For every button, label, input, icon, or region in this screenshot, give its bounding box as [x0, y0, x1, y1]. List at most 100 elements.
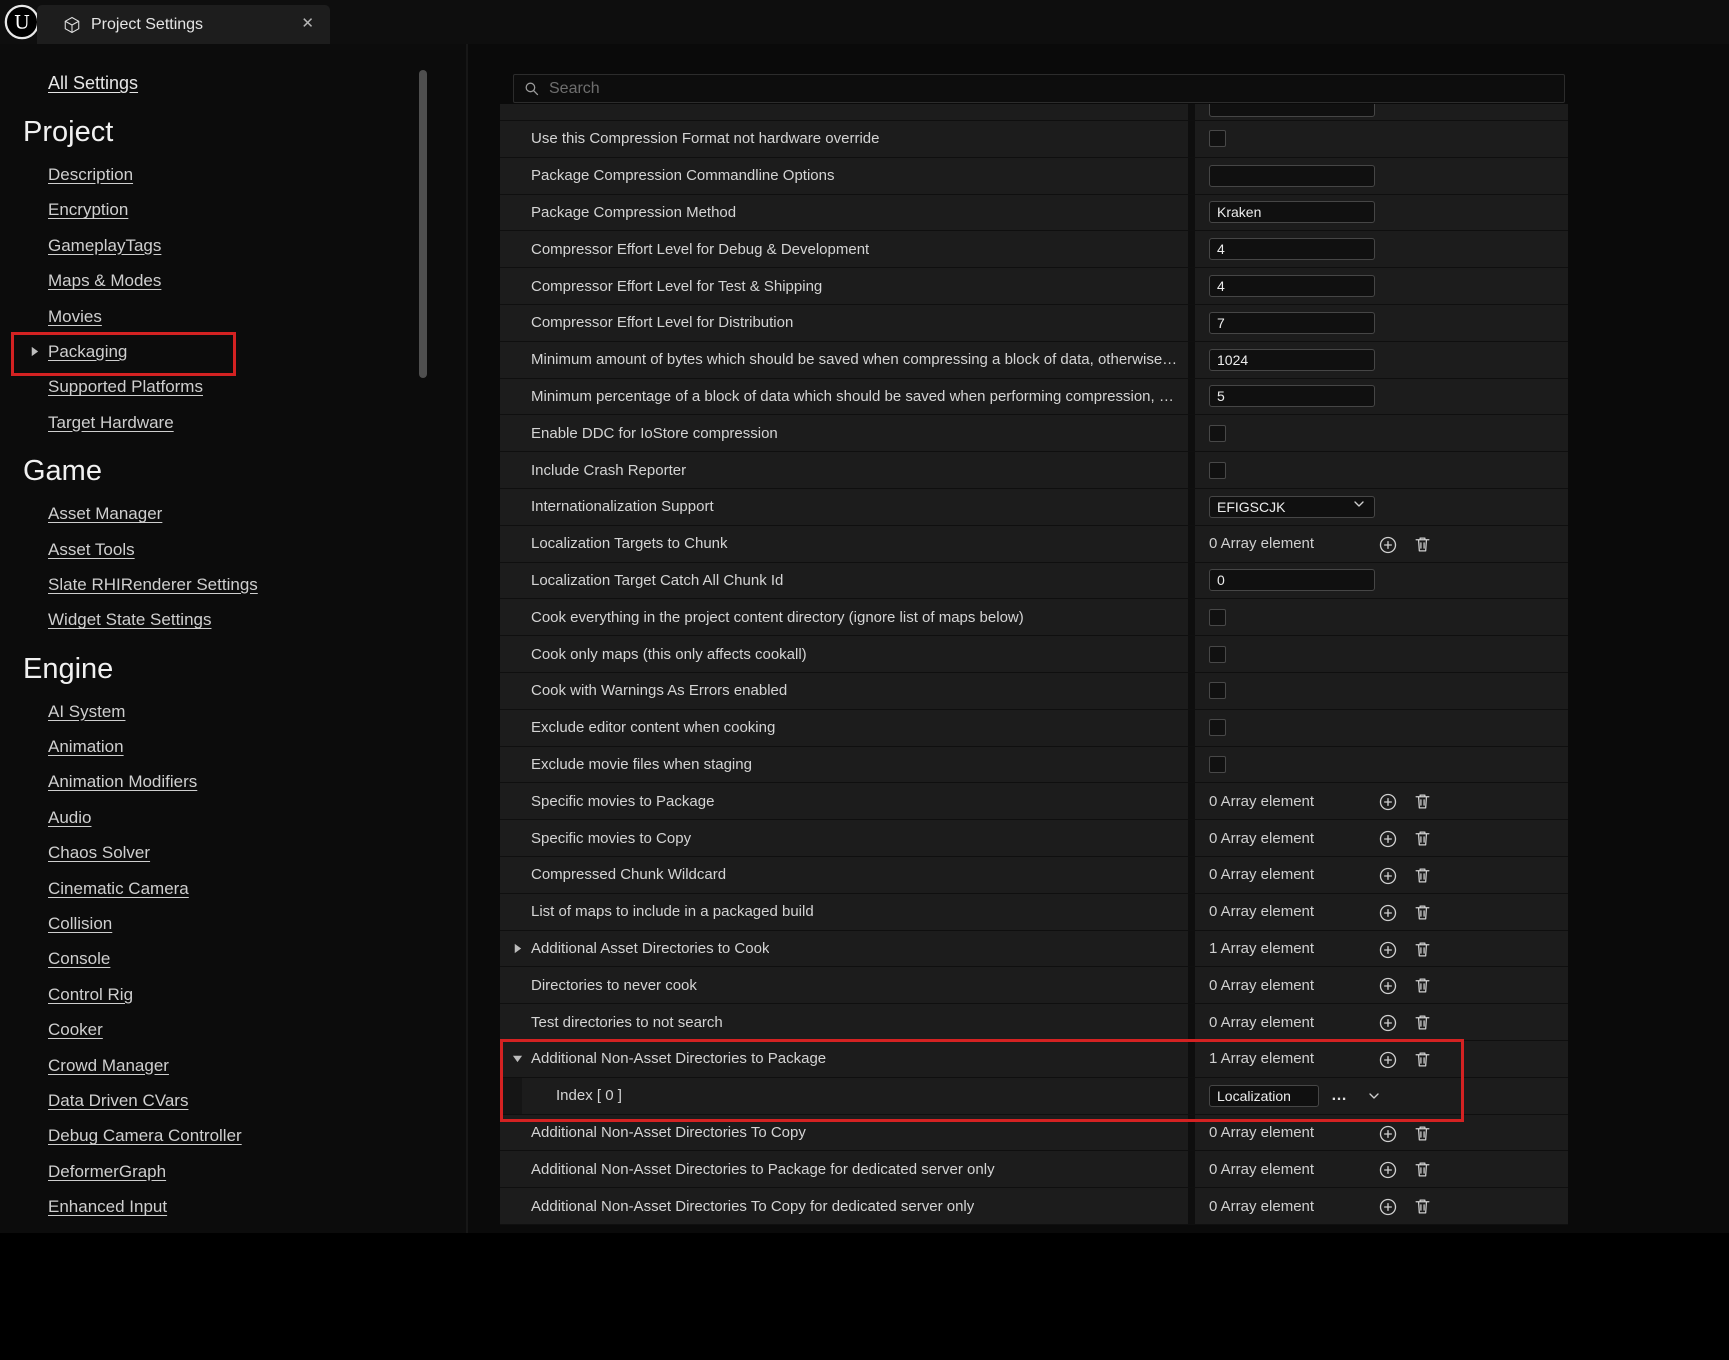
sidebar-item-animation-modifiers[interactable]: Animation Modifiers: [0, 764, 466, 799]
setting-row: Directories to never cook 0 Array element: [500, 967, 1568, 1005]
trash-icon: [1415, 905, 1430, 920]
setting-row: Enable DDC for IoStore compression: [500, 415, 1568, 453]
delete-element-button[interactable]: [1413, 903, 1432, 922]
checkbox[interactable]: [1209, 130, 1226, 148]
checkbox[interactable]: [1209, 755, 1226, 773]
add-element-button[interactable]: [1378, 1197, 1398, 1217]
setting-label: Specific movies to Package: [531, 792, 715, 810]
add-element-button[interactable]: [1378, 940, 1398, 960]
setting-value-input[interactable]: [1209, 238, 1375, 261]
search-input[interactable]: [549, 79, 1509, 98]
delete-element-button[interactable]: [1413, 1124, 1432, 1143]
checkbox[interactable]: [1209, 461, 1226, 479]
delete-element-button[interactable]: [1413, 1013, 1432, 1032]
add-element-button[interactable]: [1378, 976, 1398, 996]
chevron-down-icon[interactable]: [1366, 1088, 1382, 1104]
sidebar-item-supported-platforms[interactable]: Supported Platforms: [0, 369, 466, 404]
sidebar-item-debug-camera-controller[interactable]: Debug Camera Controller: [0, 1118, 466, 1153]
setting-value-input[interactable]: [1209, 311, 1375, 334]
sidebar-item-animation[interactable]: Animation: [0, 729, 466, 764]
delete-element-button[interactable]: [1413, 866, 1432, 885]
sidebar-item-label: Animation: [48, 737, 124, 757]
sidebar-item-description[interactable]: Description: [0, 157, 466, 192]
plus-circle-icon: [1379, 536, 1397, 553]
sidebar-item-asset-tools[interactable]: Asset Tools: [0, 532, 466, 567]
delete-element-button[interactable]: [1413, 535, 1432, 554]
sidebar-item-data-driven-cvars[interactable]: Data Driven CVars: [0, 1083, 466, 1118]
sidebar-item-gameplaytags[interactable]: GameplayTags: [0, 228, 466, 263]
add-element-button[interactable]: [1378, 829, 1398, 849]
setting-value-input[interactable]: [1209, 104, 1375, 117]
add-element-button[interactable]: [1378, 1160, 1398, 1180]
plus-circle-icon: [1379, 941, 1397, 958]
expander-right-icon[interactable]: [512, 943, 523, 954]
checkbox[interactable]: [1209, 424, 1226, 442]
sidebar-item-packaging[interactable]: Packaging: [0, 331, 466, 377]
sidebar-item-cinematic-camera[interactable]: Cinematic Camera: [0, 871, 466, 906]
add-element-button[interactable]: [1378, 866, 1398, 886]
sidebar-item-chaos-solver[interactable]: Chaos Solver: [0, 835, 466, 870]
sidebar-item-label: Packaging: [48, 341, 128, 361]
add-element-button[interactable]: [1378, 1050, 1398, 1070]
setting-label: Index [ 0 ]: [556, 1087, 622, 1105]
delete-element-button[interactable]: [1413, 1160, 1432, 1179]
add-element-button[interactable]: [1378, 1124, 1398, 1144]
sidebar-item-encryption[interactable]: Encryption: [0, 192, 466, 227]
array-count: 1 Array element: [1209, 939, 1315, 957]
browse-button[interactable]: …: [1331, 1087, 1348, 1103]
sidebar-item-control-rig[interactable]: Control Rig: [0, 977, 466, 1012]
sidebar-item-maps-modes[interactable]: Maps & Modes: [0, 263, 466, 298]
checkbox[interactable]: [1209, 719, 1226, 737]
setting-value-input[interactable]: [1209, 385, 1375, 408]
sidebar-item-all-settings[interactable]: All Settings: [48, 66, 466, 101]
delete-element-button[interactable]: [1413, 829, 1432, 848]
delete-element-button[interactable]: [1413, 940, 1432, 959]
sidebar-item-crowd-manager[interactable]: Crowd Manager: [0, 1048, 466, 1083]
setting-value-input[interactable]: [1209, 201, 1375, 224]
sidebar-item-collision[interactable]: Collision: [0, 906, 466, 941]
setting-value-input[interactable]: [1209, 164, 1375, 187]
sidebar-item-slate-rhirenderer-settings[interactable]: Slate RHIRenderer Settings: [0, 567, 466, 602]
setting-value-input[interactable]: [1209, 275, 1375, 298]
setting-label: Enable DDC for IoStore compression: [531, 424, 778, 442]
setting-row: Test directories to not search 0 Array el…: [500, 1004, 1568, 1041]
sidebar-item-cooker[interactable]: Cooker: [0, 1012, 466, 1047]
close-icon[interactable]: ✕: [301, 14, 314, 32]
search-bar: [513, 74, 1565, 103]
sidebar-item-ai-system[interactable]: AI System: [0, 694, 466, 729]
add-element-button[interactable]: [1378, 535, 1398, 555]
sidebar-item-widget-state-settings[interactable]: Widget State Settings: [0, 602, 466, 637]
sidebar-item-asset-manager[interactable]: Asset Manager: [0, 496, 466, 531]
sidebar-scrollbar[interactable]: [419, 70, 427, 378]
setting-value-cell: 0 Array element: [1195, 894, 1568, 930]
array-element-value-input[interactable]: [1209, 1084, 1319, 1107]
delete-element-button[interactable]: [1413, 976, 1432, 995]
setting-value-input[interactable]: [1209, 348, 1375, 371]
add-element-button[interactable]: [1378, 1013, 1398, 1033]
setting-label: Additional Non-Asset Directories To Copy…: [531, 1197, 975, 1215]
delete-element-button[interactable]: [1413, 1050, 1432, 1069]
sidebar-item-enhanced-input[interactable]: Enhanced Input: [0, 1189, 466, 1224]
setting-value-input[interactable]: [1209, 569, 1375, 592]
checkbox[interactable]: [1209, 645, 1226, 663]
sidebar-item-target-hardware[interactable]: Target Hardware: [0, 405, 466, 440]
sidebar-item-deformergraph[interactable]: DeformerGraph: [0, 1154, 466, 1189]
expander-down-icon[interactable]: [512, 1053, 523, 1064]
setting-label: Package Compression Commandline Options: [531, 167, 835, 185]
add-element-button[interactable]: [1378, 903, 1398, 923]
plus-circle-icon: [1379, 1014, 1397, 1032]
checkbox[interactable]: [1209, 608, 1226, 626]
sidebar-item-movies[interactable]: Movies: [0, 299, 466, 334]
sidebar-item-console[interactable]: Console: [0, 941, 466, 976]
sidebar-item-audio[interactable]: Audio: [0, 800, 466, 835]
dropdown-select[interactable]: EFIGSCJK: [1209, 495, 1375, 518]
delete-element-button[interactable]: [1413, 792, 1432, 811]
checkbox[interactable]: [1209, 682, 1226, 700]
sidebar-item-label: Cinematic Camera: [48, 878, 189, 898]
setting-label: Compressor Effort Level for Debug & Deve…: [531, 240, 870, 258]
setting-value-cell: 0 Array element: [1195, 1151, 1568, 1187]
add-element-button[interactable]: [1378, 792, 1398, 812]
setting-label-cell: List of maps to include in a packaged bu…: [500, 893, 1195, 930]
delete-element-button[interactable]: [1413, 1197, 1432, 1216]
tab-project-settings[interactable]: Project Settings ✕: [37, 5, 330, 44]
